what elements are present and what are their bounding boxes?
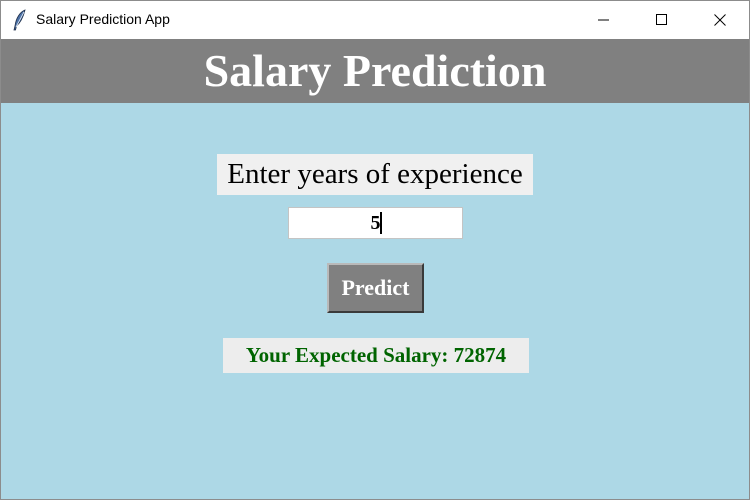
title-bar[interactable]: Salary Prediction App	[1, 1, 749, 39]
text-caret	[380, 212, 382, 234]
close-icon	[714, 14, 726, 26]
result-label: Your Expected Salary: 72874	[223, 338, 529, 373]
page-title: Salary Prediction	[203, 45, 547, 96]
window-title: Salary Prediction App	[36, 11, 170, 27]
predict-button[interactable]: Predict	[327, 263, 424, 313]
feather-icon	[13, 9, 26, 31]
maximize-button[interactable]	[633, 1, 691, 39]
experience-prompt-label: Enter years of experience	[217, 154, 533, 195]
minimize-button[interactable]	[575, 1, 633, 39]
maximize-icon	[656, 14, 667, 25]
close-button[interactable]	[691, 1, 749, 39]
minimize-icon	[598, 19, 609, 21]
app-header: Salary Prediction	[1, 39, 749, 103]
experience-input[interactable]	[288, 207, 463, 239]
app-window: Salary Prediction App Salary Prediction …	[0, 0, 750, 500]
